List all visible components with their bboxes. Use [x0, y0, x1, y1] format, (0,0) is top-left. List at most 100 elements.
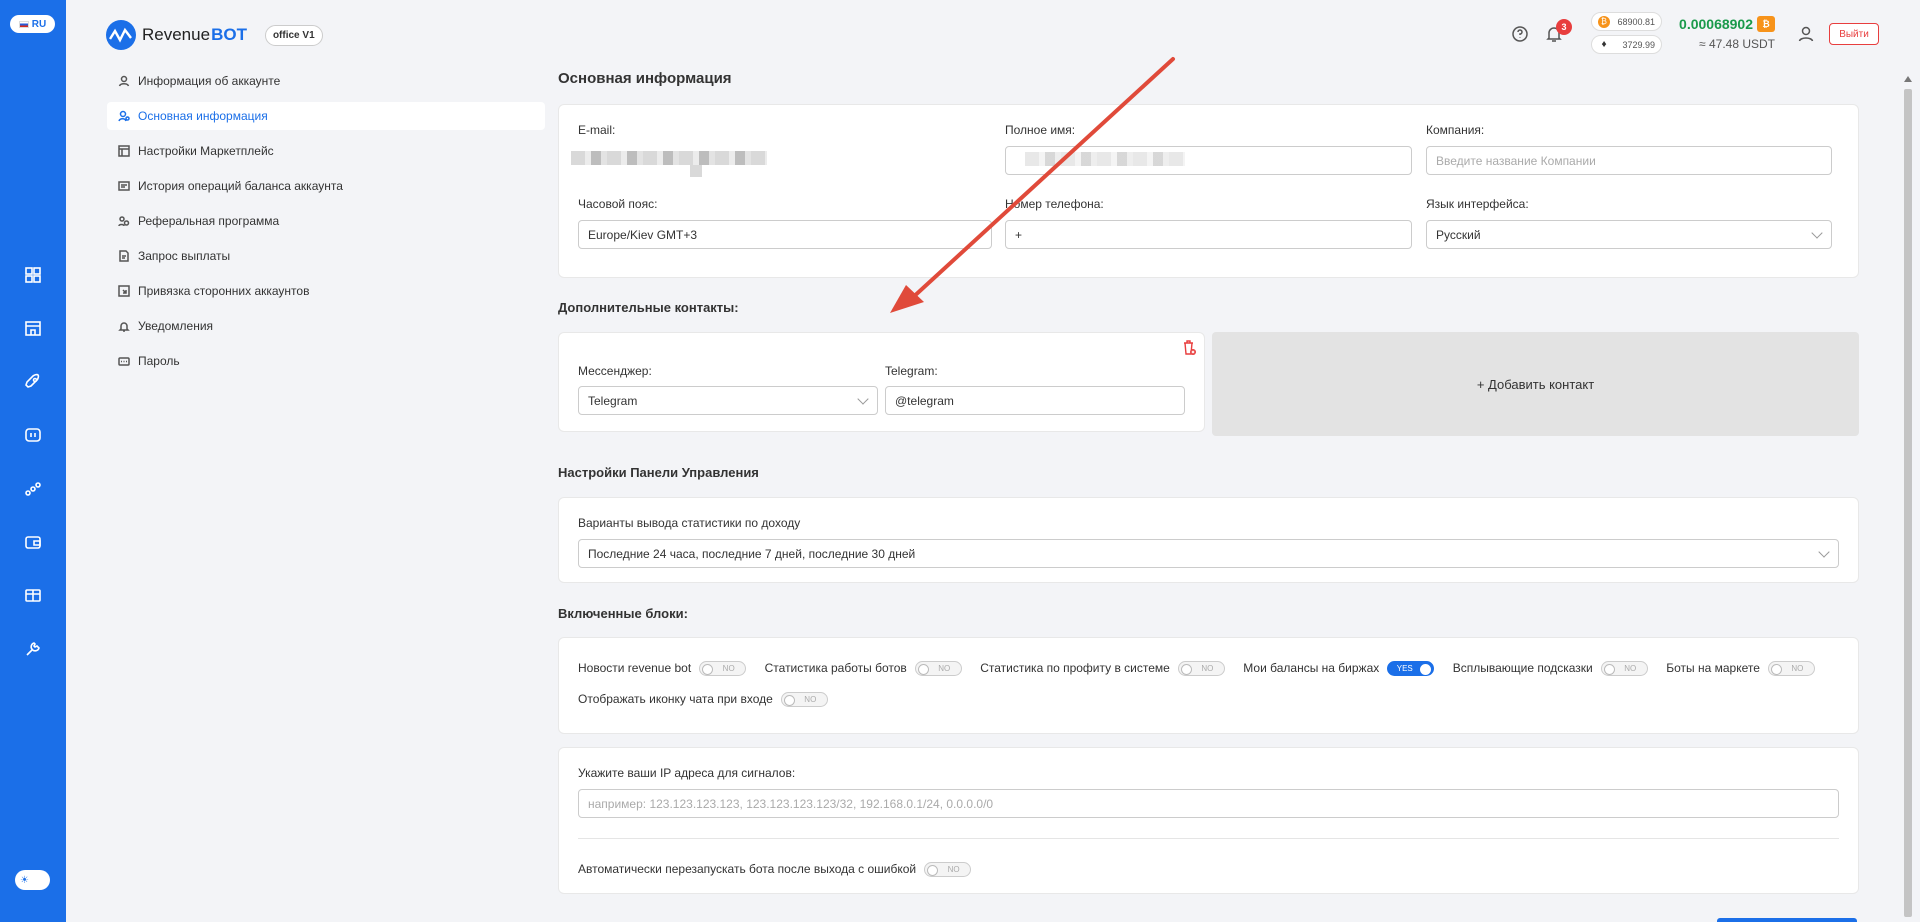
chevron-down-icon: [1811, 227, 1823, 239]
menu-item-label: Информация об аккаунте: [138, 74, 281, 88]
language-label: Язык интерфейса:: [1426, 197, 1529, 211]
balance-usdt: ≈ 47.48 USDT: [1699, 37, 1775, 51]
document-icon: [119, 250, 129, 262]
basic-info-card: [558, 104, 1859, 278]
stats-options-select[interactable]: Последние 24 часа, последние 7 дней, пос…: [578, 539, 1839, 568]
gift-icon[interactable]: [23, 585, 43, 605]
delete-contact-icon[interactable]: [1181, 339, 1197, 357]
logo-icon: [106, 20, 136, 50]
toggle-switch[interactable]: NO: [1767, 661, 1815, 676]
telegram-field[interactable]: @telegram: [885, 386, 1185, 415]
btc-price-chip: ₿ 68900.81: [1591, 12, 1662, 31]
stats-options-label: Варианты вывода статистики по доходу: [578, 516, 801, 530]
phone-field[interactable]: +: [1005, 220, 1412, 249]
balance-value: 0.00068902: [1679, 16, 1753, 32]
referral-icon: [118, 216, 130, 227]
eth-price: 3729.99: [1622, 39, 1655, 50]
office-badge[interactable]: office V1: [264, 24, 323, 46]
toggle-label: Новости revenue bot: [578, 661, 692, 675]
save-button-partial[interactable]: [1717, 918, 1857, 922]
toggle-auto-restart[interactable]: Автоматически перезапускать бота после в…: [578, 861, 972, 877]
menu-item-basic-info[interactable]: Основная информация: [107, 102, 545, 130]
menu-item-label: История операций баланса аккаунта: [138, 179, 343, 193]
link-account-icon: [118, 285, 130, 297]
ethereum-icon: ♦: [1601, 39, 1607, 50]
menu-item-label: Привязка сторонних аккаунтов: [138, 284, 310, 298]
contact-card: [558, 332, 1205, 432]
menu-item-account-info[interactable]: Информация об аккаунте: [107, 67, 545, 95]
theme-toggle[interactable]: ☀: [15, 870, 50, 890]
logout-button[interactable]: Выйти: [1829, 23, 1879, 45]
scrollbar-thumb[interactable]: [1904, 89, 1912, 917]
fullname-value-redacted: [1025, 152, 1185, 166]
bell-icon: [118, 322, 130, 332]
toggle-switch[interactable]: NO: [699, 661, 747, 676]
timezone-label: Часовой пояс:: [578, 197, 658, 211]
toggle-exchange-balances[interactable]: Мои балансы на биржах YES: [1243, 661, 1435, 676]
toggle-label: Отображать иконку чата при входе: [578, 692, 773, 706]
toggle-chat-icon[interactable]: Отображать иконку чата при входе NO: [578, 692, 828, 707]
store-icon[interactable]: [23, 318, 43, 338]
chevron-down-icon: [857, 393, 869, 405]
menu-item-password[interactable]: Пароль: [107, 347, 545, 375]
timezone-select[interactable]: Europe/Kiev GMT+3: [578, 220, 992, 249]
ip-field[interactable]: например: 123.123.123.123, 123.123.123.1…: [578, 789, 1839, 818]
toggle-switch[interactable]: NO: [1177, 661, 1225, 676]
toggle-switch[interactable]: YES: [1387, 661, 1435, 676]
email-value-redacted-2: [690, 165, 702, 177]
wrench-icon[interactable]: [23, 639, 43, 659]
toggle-label: Мои балансы на биржах: [1243, 661, 1380, 675]
marketplace-icon: [118, 145, 130, 157]
toggle-switch[interactable]: NO: [1600, 661, 1648, 676]
balance-block[interactable]: 0.00068902 ₿ ≈ 47.48 USDT: [1675, 16, 1775, 51]
btc-wallet-icon: ₿: [1757, 16, 1775, 32]
toggle-switch[interactable]: NO: [780, 692, 828, 707]
logo-text: Revenue: [142, 25, 211, 44]
menu-item-balance-history[interactable]: История операций баланса аккаунта: [107, 172, 545, 200]
phone-value: +: [1015, 227, 1023, 242]
toggle-tooltips[interactable]: Всплывающие подсказки NO: [1453, 661, 1648, 676]
user-settings-icon: [118, 110, 130, 122]
flag-ru-icon: [18, 20, 29, 28]
toggle-market-bots[interactable]: Боты на маркете NO: [1666, 661, 1815, 676]
menu-item-referral[interactable]: Реферальная программа: [107, 207, 545, 235]
toggle-bot-stats[interactable]: Статистика работы ботов NO: [765, 661, 962, 676]
language-value: Русский: [1436, 227, 1481, 242]
company-field[interactable]: Введите название Компании: [1426, 146, 1832, 175]
language-switch[interactable]: RU: [10, 15, 55, 33]
messenger-label: Мессенджер:: [578, 364, 652, 378]
logo-bold-text: BOT: [211, 25, 247, 44]
menu-item-label: Настройки Маркетплейс: [138, 144, 274, 158]
logo[interactable]: Revenue BOT office V1: [106, 20, 323, 50]
scroll-up-icon[interactable]: [1904, 76, 1912, 82]
user-icon: [118, 75, 130, 87]
company-label: Компания:: [1426, 123, 1485, 137]
dashboard-icon[interactable]: [23, 265, 43, 285]
menu-item-label: Уведомления: [138, 319, 214, 333]
menu-item-notifications[interactable]: Уведомления: [107, 312, 545, 340]
wallet-icon[interactable]: [23, 532, 43, 552]
toggle-label: Автоматически перезапускать бота после в…: [578, 862, 917, 876]
chart-icon[interactable]: [23, 479, 43, 499]
menu-item-marketplace-settings[interactable]: Настройки Маркетплейс: [107, 137, 545, 165]
email-value-redacted: [571, 151, 767, 165]
toggle-profit-stats[interactable]: Статистика по профиту в системе NO: [980, 661, 1225, 676]
blocks-toggle-list: Новости revenue bot NO Статистика работы …: [578, 660, 1848, 707]
user-icon[interactable]: [1796, 24, 1818, 46]
rocket-icon[interactable]: [23, 372, 43, 392]
toggle-switch[interactable]: NO: [914, 661, 962, 676]
messenger-select[interactable]: Telegram: [578, 386, 878, 415]
language-select[interactable]: Русский: [1426, 220, 1832, 249]
bitcoin-icon: ₿: [1598, 15, 1610, 28]
help-chat-icon[interactable]: [1510, 24, 1532, 46]
menu-item-payout-request[interactable]: Запрос выплаты: [107, 242, 545, 270]
timezone-value: Europe/Kiev GMT+3: [588, 227, 698, 242]
add-contact-button[interactable]: + Добавить контакт: [1212, 332, 1859, 436]
left-rail: RU ☀: [0, 0, 66, 922]
toggle-switch[interactable]: NO: [924, 861, 972, 877]
toggle-news[interactable]: Новости revenue bot NO: [578, 661, 747, 676]
menu-item-linked-accounts[interactable]: Привязка сторонних аккаунтов: [107, 277, 545, 305]
terminal-icon[interactable]: [23, 425, 43, 445]
page-scrollbar[interactable]: [1902, 72, 1914, 922]
menu-item-label: Основная информация: [138, 109, 268, 123]
